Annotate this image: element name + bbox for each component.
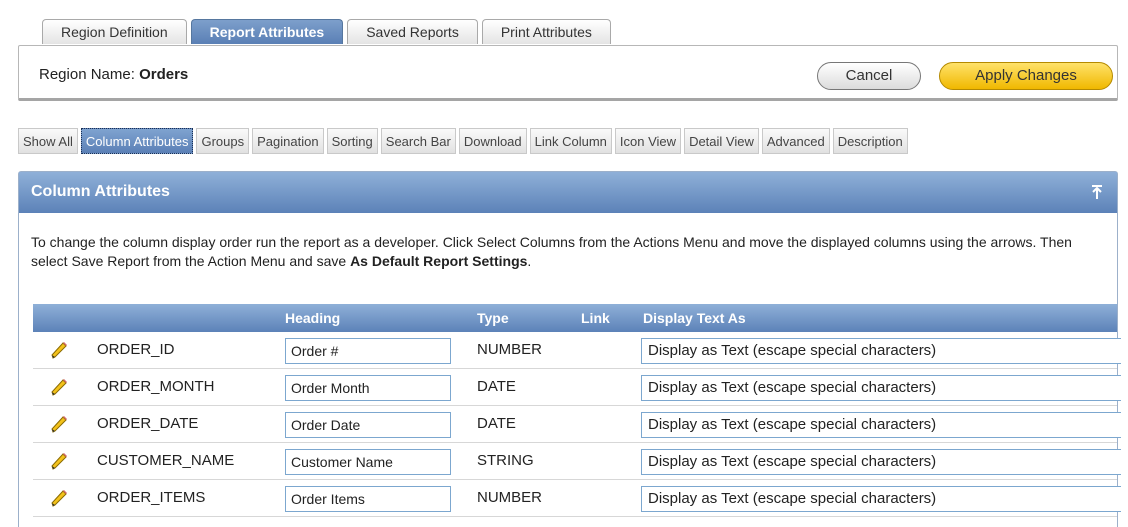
table-row: CUSTOMER_NAME STRING Display as Text (es… — [33, 443, 1121, 480]
panel-header: Column Attributes — [19, 172, 1117, 213]
subnav-description[interactable]: Description — [832, 128, 908, 154]
region-name-value: Orders — [139, 66, 189, 83]
subnav-download[interactable]: Download — [458, 128, 527, 154]
pencil-icon[interactable] — [49, 451, 69, 471]
attribute-subnav: Show All Column Attributes Groups Pagina… — [18, 128, 911, 154]
table-row: ORDER_DATE DATE Display as Text (escape … — [33, 406, 1121, 443]
region-name-label: Region Name: — [39, 66, 135, 83]
top-tabs: Region Definition Report Attributes Save… — [42, 19, 615, 45]
tab-saved-reports[interactable]: Saved Reports — [347, 19, 478, 44]
column-type: STRING — [477, 452, 534, 469]
table-row: ORDER_ITEMS NUMBER Display as Text (esca… — [33, 480, 1121, 517]
subnav-pagination[interactable]: Pagination — [252, 128, 324, 154]
display-as-select[interactable]: Display as Text (escape special characte… — [641, 486, 1121, 512]
description-text: To change the column display order run t… — [31, 234, 1072, 269]
column-attributes-table: Heading Type Link Display Text As ORDER_… — [33, 304, 1121, 517]
heading-input[interactable] — [285, 375, 451, 401]
panel-title: Column Attributes — [31, 183, 170, 200]
heading-input[interactable] — [285, 449, 451, 475]
table-row: ORDER_ID NUMBER Display as Text (escape … — [33, 332, 1121, 369]
display-as-select[interactable]: Display as Text (escape special characte… — [641, 338, 1121, 364]
heading-input[interactable] — [285, 338, 451, 364]
region-name-bar: Region Name: Orders Cancel Apply Changes — [18, 45, 1118, 101]
header-link: Link — [581, 310, 610, 326]
pencil-icon[interactable] — [49, 488, 69, 508]
display-as-select[interactable]: Display as Text (escape special characte… — [641, 449, 1121, 475]
tab-report-attributes[interactable]: Report Attributes — [190, 19, 344, 44]
subnav-search-bar[interactable]: Search Bar — [380, 128, 456, 154]
heading-input[interactable] — [285, 486, 451, 512]
tab-print-attributes[interactable]: Print Attributes — [481, 19, 611, 44]
subnav-icon-view[interactable]: Icon View — [614, 128, 682, 154]
pencil-icon[interactable] — [49, 340, 69, 360]
tab-region-definition[interactable]: Region Definition — [42, 19, 187, 44]
table-row: ORDER_MONTH DATE Display as Text (escape… — [33, 369, 1121, 406]
panel-description: To change the column display order run t… — [31, 233, 1111, 271]
header-heading: Heading — [285, 310, 341, 326]
display-as-select[interactable]: Display as Text (escape special characte… — [641, 412, 1121, 438]
subnav-detail-view[interactable]: Detail View — [684, 128, 759, 154]
heading-input[interactable] — [285, 412, 451, 438]
subnav-sorting[interactable]: Sorting — [326, 128, 378, 154]
column-attributes-panel: Column Attributes To change the column d… — [18, 171, 1121, 527]
display-as-select[interactable]: Display as Text (escape special characte… — [641, 375, 1121, 401]
header-type: Type — [477, 310, 509, 326]
description-end: . — [527, 253, 532, 269]
column-name: ORDER_ID — [97, 341, 175, 358]
subnav-show-all[interactable]: Show All — [18, 128, 78, 154]
arrow-top-icon[interactable] — [1087, 182, 1107, 202]
apply-changes-button[interactable]: Apply Changes — [939, 62, 1113, 90]
column-type: NUMBER — [477, 341, 543, 358]
subnav-column-attributes[interactable]: Column Attributes — [80, 128, 194, 154]
description-bold: As Default Report Settings — [350, 253, 528, 269]
column-type: DATE — [477, 378, 516, 395]
pencil-icon[interactable] — [49, 377, 69, 397]
header-display-text-as: Display Text As — [643, 310, 746, 326]
column-name: CUSTOMER_NAME — [97, 452, 235, 469]
column-name: ORDER_ITEMS — [97, 489, 206, 506]
region-name: Region Name: Orders — [39, 66, 188, 83]
column-name: ORDER_MONTH — [97, 378, 215, 395]
subnav-link-column[interactable]: Link Column — [529, 128, 612, 154]
subnav-advanced[interactable]: Advanced — [761, 128, 830, 154]
subnav-groups[interactable]: Groups — [196, 128, 250, 154]
column-type: DATE — [477, 415, 516, 432]
column-name: ORDER_DATE — [97, 415, 199, 432]
cancel-button[interactable]: Cancel — [817, 62, 921, 90]
pencil-icon[interactable] — [49, 414, 69, 434]
column-type: NUMBER — [477, 489, 543, 506]
table-header: Heading Type Link Display Text As — [33, 304, 1117, 332]
